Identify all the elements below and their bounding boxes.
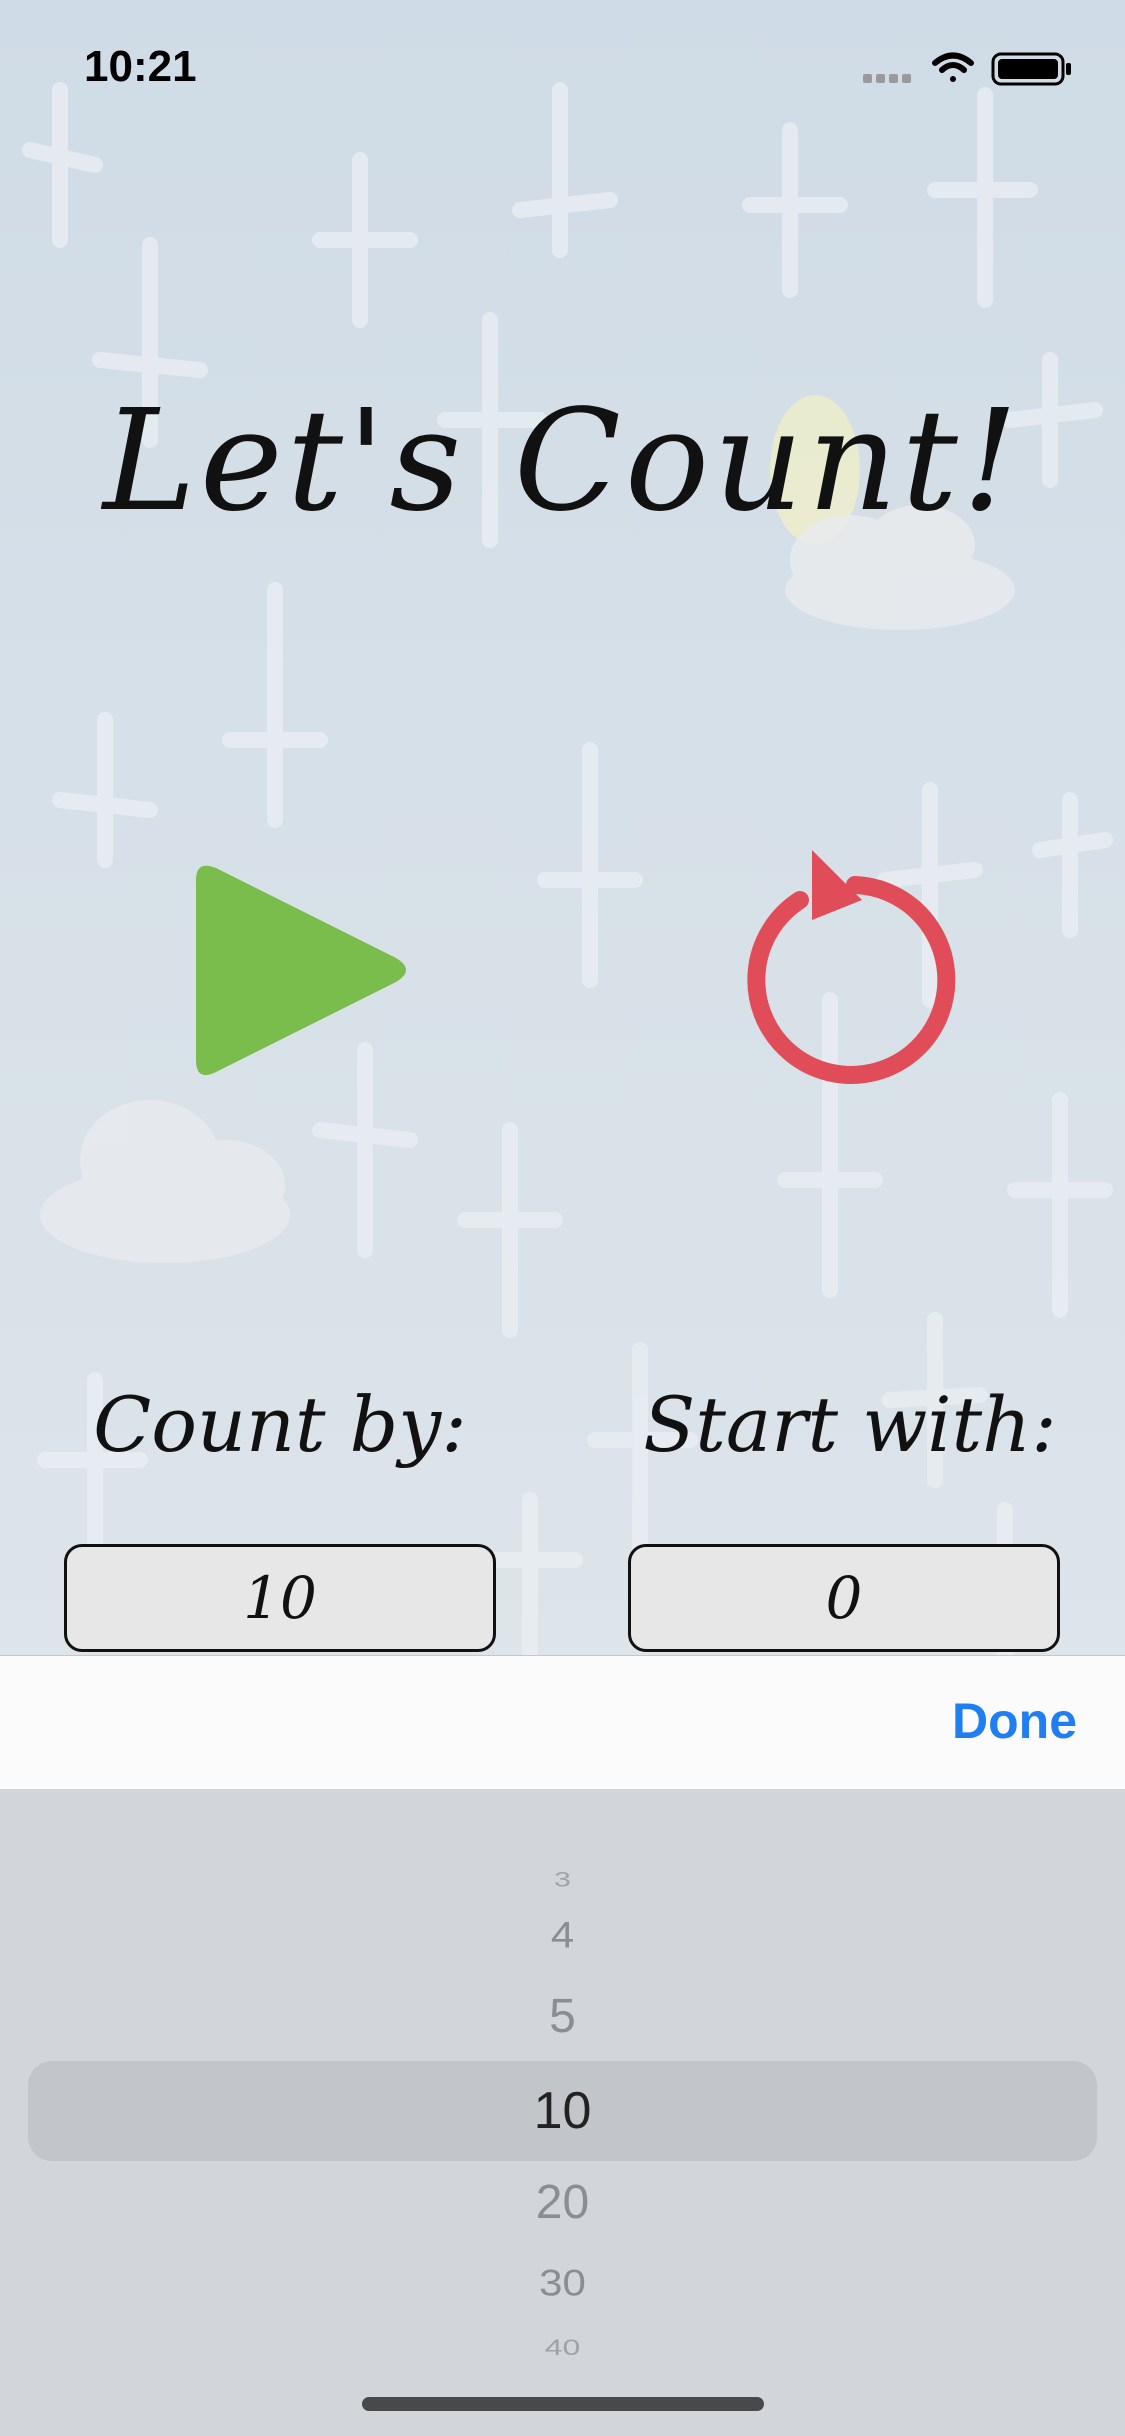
- wifi-icon: [932, 52, 974, 82]
- input-toolbar: Done: [0, 1655, 1125, 1790]
- count-by-field[interactable]: 10: [64, 1544, 496, 1652]
- picker-option[interactable]: 20: [0, 2175, 1125, 2230]
- play-button[interactable]: [180, 860, 420, 1090]
- play-icon: [196, 865, 406, 1076]
- battery-icon: [991, 52, 1071, 86]
- picker-option[interactable]: 4: [0, 1914, 1125, 1956]
- status-time: 10:21: [84, 42, 197, 91]
- picker-option[interactable]: 3: [0, 1868, 1125, 1892]
- status-icons: [863, 48, 1083, 88]
- picker-option[interactable]: 5: [0, 1989, 1125, 2044]
- picker-option[interactable]: 30: [0, 2262, 1125, 2304]
- start-with-field[interactable]: 0: [628, 1544, 1060, 1652]
- picker-option-selected[interactable]: 10: [0, 2081, 1125, 2141]
- home-indicator: [362, 2397, 764, 2411]
- start-with-label: Start with:: [643, 1380, 1057, 1469]
- count-by-label: Count by:: [93, 1380, 467, 1469]
- count-by-picker[interactable]: 3 4 5 10 20 30 40: [0, 1789, 1125, 2436]
- reset-button[interactable]: [730, 850, 960, 1090]
- picker-option[interactable]: 40: [0, 2335, 1125, 2361]
- done-button[interactable]: Done: [952, 1692, 1077, 1750]
- reset-icon: [747, 850, 956, 1084]
- cellular-signal-icon: [863, 74, 911, 83]
- page-title: Let's Count!: [102, 380, 1023, 543]
